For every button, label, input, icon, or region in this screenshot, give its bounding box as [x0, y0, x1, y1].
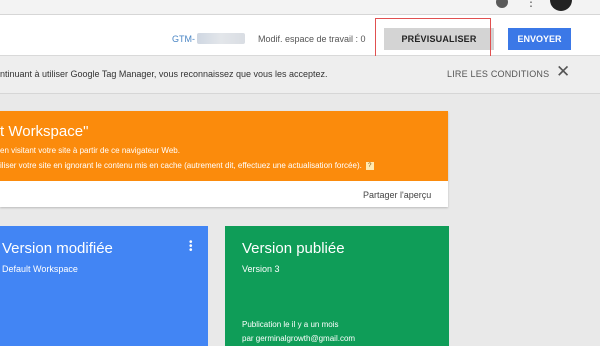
published-date: Publication le il y a un mois: [242, 320, 339, 329]
published-version-title: Version publiée: [242, 240, 345, 257]
modified-version-title: Version modifiée: [2, 240, 113, 257]
top-bar: ⋮: [0, 0, 600, 15]
published-version-card[interactable]: Version publiée Version 3 Publication le…: [225, 226, 449, 346]
workspace-changes-count: Modif. espace de travail : 0: [258, 34, 366, 44]
help-icon[interactable]: ?: [365, 161, 374, 170]
preview-card-line2-text: iliser votre site en ignorant le contenu…: [0, 161, 362, 170]
preview-card-line1: en visitant votre site à partir de ce na…: [0, 146, 180, 155]
modified-version-workspace: Default Workspace: [2, 264, 78, 274]
preview-card-title: t Workspace": [0, 123, 89, 140]
container-id: GTM-: [172, 34, 195, 44]
workspace-toolbar: GTM- Modif. espace de travail : 0 PRÉVIS…: [0, 15, 600, 56]
close-icon[interactable]: ✕: [556, 62, 570, 82]
more-options-icon[interactable]: ⋮: [525, 0, 537, 10]
read-conditions-link[interactable]: LIRE LES CONDITIONS: [447, 69, 549, 79]
more-vert-icon[interactable]: • • •: [189, 238, 193, 256]
preview-mode-card: t Workspace" en visitant votre site à pa…: [0, 111, 448, 207]
share-preview-link[interactable]: Partager l'aperçu: [363, 190, 431, 200]
terms-notice-bar: ntinuant à utiliser Google Tag Manager, …: [0, 56, 600, 94]
published-version-number: Version 3: [242, 264, 280, 274]
published-by: par germinalgrowth@gmail.com: [242, 334, 356, 343]
help-icon[interactable]: [496, 0, 508, 8]
avatar[interactable]: [550, 0, 572, 11]
modified-version-card[interactable]: Version modifiée Default Workspace • • •: [0, 226, 208, 346]
notice-text: ntinuant à utiliser Google Tag Manager, …: [0, 69, 328, 79]
container-id-redacted: [197, 33, 245, 44]
preview-card-header: t Workspace" en visitant votre site à pa…: [0, 111, 448, 181]
send-button[interactable]: ENVOYER: [508, 28, 571, 50]
preview-card-line2: iliser votre site en ignorant le contenu…: [0, 161, 374, 170]
